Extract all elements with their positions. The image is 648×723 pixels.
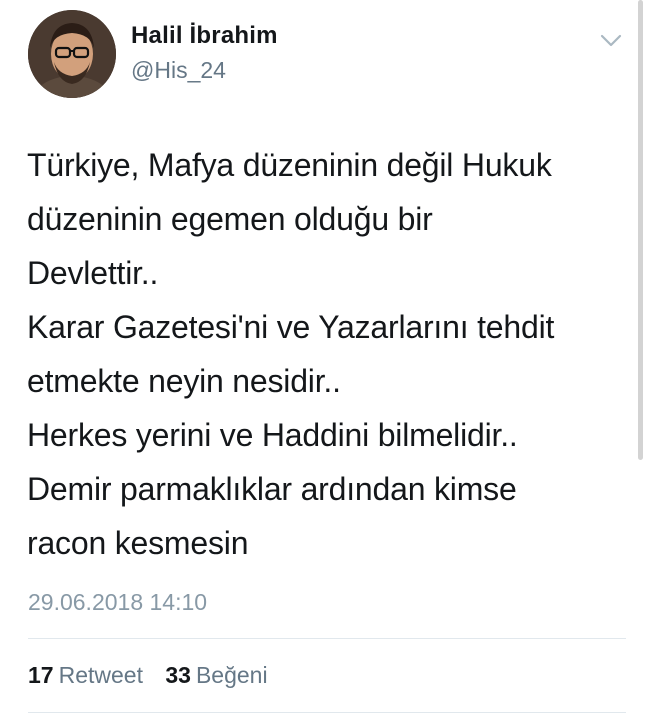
tweet-line: Türkiye, Mafya düzeninin değil Hukuk [27,147,552,183]
tweet-line: etmekte neyin nesidir.. [27,363,341,399]
like-label: Beğeni [195,662,268,688]
tweet-stats: 17 Retweet 33 Beğeni [28,662,268,689]
author-handle[interactable]: @His_24 [131,57,226,84]
tweet-line: racon kesmesin [27,525,249,561]
tweet-line: Herkes yerini ve Haddini bilmelidir.. [27,417,518,453]
retweet-stat[interactable]: 17 Retweet [28,662,143,689]
author-display-name[interactable]: Halil İbrahim [131,22,278,50]
tweet-line: Devlettir.. [27,255,159,291]
like-stat[interactable]: 33 Beğeni [165,662,267,689]
retweet-label: Retweet [58,662,143,688]
tweet-line: Demir parmaklıklar ardından kimse [27,471,517,507]
chevron-down-icon[interactable] [596,28,626,52]
divider [28,638,626,639]
tweet-line: Karar Gazetesi'ni ve Yazarlarını tehdit [27,309,555,345]
scrollbar[interactable] [638,0,643,460]
avatar[interactable] [28,10,116,98]
tweet-line: düzeninin egemen olduğu bir [27,201,433,237]
tweet-text: Türkiye, Mafya düzeninin değil Hukuk düz… [27,138,627,570]
divider [28,712,626,713]
tweet-timestamp[interactable]: 29.06.2018 14:10 [28,589,207,616]
like-count: 33 [165,662,191,688]
retweet-count: 17 [28,662,54,688]
